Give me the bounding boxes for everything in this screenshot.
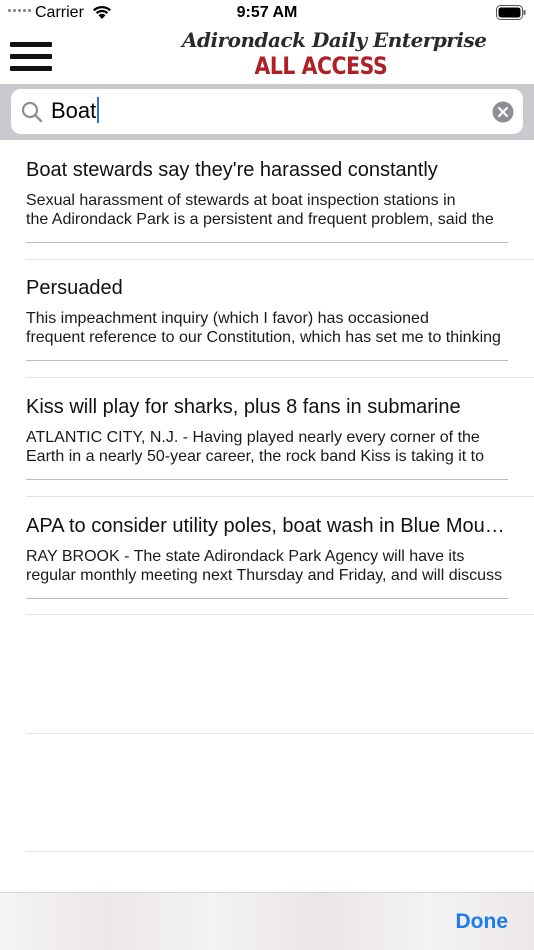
result-title: APA to consider utility poles, boat wash… bbox=[26, 515, 510, 537]
divider bbox=[26, 242, 508, 243]
hamburger-icon bbox=[10, 42, 52, 47]
logo-title: Adirondack Daily Enterprise bbox=[182, 28, 487, 52]
bottom-toolbar: Done bbox=[0, 892, 534, 950]
result-summary: Sexual harassment of stewards at boat in… bbox=[26, 192, 494, 228]
result-item[interactable]: Kiss will play for sharks, plus 8 fans i… bbox=[0, 377, 534, 495]
status-time: 9:57 AM bbox=[236, 4, 298, 21]
status-bar: Carrier 9:57 AM bbox=[0, 0, 534, 26]
search-field[interactable]: Boat bbox=[11, 89, 523, 134]
divider bbox=[26, 598, 508, 599]
row-separator bbox=[26, 614, 534, 615]
divider bbox=[26, 360, 508, 361]
menu-button[interactable] bbox=[10, 42, 52, 74]
search-bar: Boat bbox=[0, 84, 534, 140]
result-title: Persuaded bbox=[26, 277, 123, 299]
result-title: Kiss will play for sharks, plus 8 fans i… bbox=[26, 396, 461, 418]
text-caret bbox=[97, 97, 100, 124]
clear-icon[interactable] bbox=[492, 101, 514, 123]
app-logo: Adirondack Daily Enterprise ALL ACCESS bbox=[182, 28, 487, 82]
result-item[interactable]: APA to consider utility poles, boat wash… bbox=[0, 496, 534, 614]
battery-icon bbox=[496, 5, 526, 20]
logo-subtitle: ALL ACCESS bbox=[254, 52, 388, 80]
search-query: Boat bbox=[51, 98, 97, 123]
result-summary: This impeachment inquiry (which I favor)… bbox=[26, 310, 501, 346]
result-title: Boat stewards say they're harassed const… bbox=[26, 159, 438, 181]
search-icon bbox=[21, 101, 43, 123]
result-item[interactable]: Boat stewards say they're harassed const… bbox=[0, 140, 534, 258]
row-separator bbox=[26, 851, 534, 852]
row-separator bbox=[26, 733, 534, 734]
divider bbox=[26, 479, 508, 480]
done-button[interactable]: Done bbox=[456, 910, 509, 934]
search-input[interactable]: Boat bbox=[51, 97, 100, 125]
result-summary: RAY BROOK - The state Adirondack Park Ag… bbox=[26, 548, 503, 584]
nav-bar: Adirondack Daily Enterprise ALL ACCESS bbox=[0, 26, 534, 84]
result-summary: ATLANTIC CITY, N.J. - Having played near… bbox=[26, 429, 485, 465]
result-item[interactable]: Persuaded This impeachment inquiry (whic… bbox=[0, 258, 534, 376]
